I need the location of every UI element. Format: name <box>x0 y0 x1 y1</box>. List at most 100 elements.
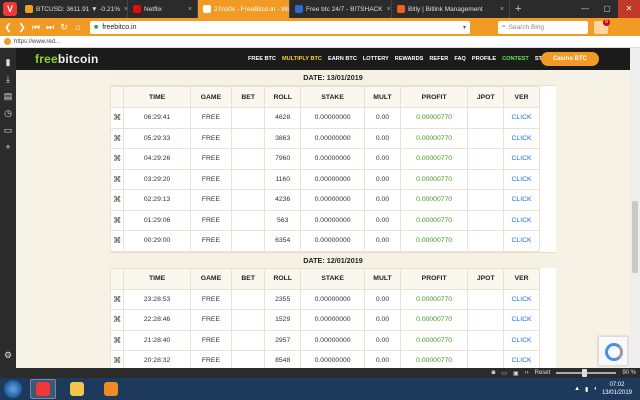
nav-item[interactable]: REWARDS <box>395 56 424 62</box>
maximize-icon[interactable]: ▢ <box>596 0 618 18</box>
chevron-down-icon[interactable]: ▾ <box>463 24 466 31</box>
dice-icon: ⌘ <box>110 309 125 331</box>
cell-profit: 0.00000770 <box>399 329 469 351</box>
browser-tab[interactable]: 27ns0x - FreeBitco.in - Win× <box>198 0 290 18</box>
window-icon[interactable]: ▭ <box>4 122 13 139</box>
taskbar-explorer[interactable] <box>64 379 90 399</box>
back-icon[interactable]: ❮ <box>2 18 14 36</box>
nav-item[interactable]: MULTIPLY BTC <box>282 56 322 62</box>
table-header-row: TIME GAME BET ROLL STAKE MULT PROFIT JPOT VER <box>110 267 540 290</box>
cell-roll: 8548 <box>264 350 302 368</box>
recaptcha-badge[interactable] <box>598 336 628 366</box>
search-input[interactable]: ⌕ Search Bing <box>498 20 588 34</box>
browser-tab[interactable]: Free btc 24/7 - BITSHACK × <box>290 0 392 18</box>
tray-arrow-icon[interactable]: ▲ <box>574 386 580 392</box>
cell-profit: 0.00000770 <box>399 168 469 190</box>
nav-item[interactable]: FREE BTC <box>248 56 276 62</box>
nav-item[interactable]: FAQ <box>454 56 466 62</box>
zoom-slider[interactable] <box>556 369 617 377</box>
history-icon[interactable]: ◷ <box>4 105 12 122</box>
bookmark-link[interactable]: https://www.red... <box>14 39 60 45</box>
casino-btc-button[interactable]: Casino BTC <box>541 52 599 66</box>
new-tab-button[interactable]: + <box>510 0 526 18</box>
date-header: DATE: 13/01/2019 <box>110 70 556 86</box>
status-bar: ◙ ▭ ▣ ‹› Reset 90 % <box>0 368 640 378</box>
forward-icon[interactable]: ❯ <box>16 18 28 36</box>
close-tab-icon[interactable]: × <box>496 6 504 13</box>
lock-icon: ■ <box>94 23 99 31</box>
panel-toggle-icon[interactable]: ▭ <box>501 370 507 377</box>
close-window-icon[interactable]: ✕ <box>618 0 640 18</box>
close-tab-icon[interactable]: × <box>184 6 192 13</box>
verify-link[interactable]: CLICK <box>503 309 540 331</box>
volume-icon[interactable]: ◖ <box>593 386 597 392</box>
notes-icon[interactable]: ▤ <box>4 88 13 105</box>
gear-icon[interactable]: ⚙ <box>4 347 12 364</box>
camera-icon[interactable]: ◙ <box>492 370 496 376</box>
rewind-icon[interactable]: ⏮ <box>30 18 42 36</box>
verify-link[interactable]: CLICK <box>503 230 540 252</box>
taskbar-media[interactable] <box>98 379 124 399</box>
url-text: freebitco.in <box>102 23 137 31</box>
extension-icon[interactable]: 8 <box>594 18 610 34</box>
freebitcoin-logo[interactable]: freebitcoin <box>35 52 99 66</box>
minimize-icon[interactable]: — <box>574 0 596 18</box>
cell-time: 03:29:20 <box>123 168 191 190</box>
clock[interactable]: 07:02 13/01/2019 <box>602 381 632 397</box>
cell-roll: 4236 <box>264 189 302 211</box>
tab-label: Bitly | Bitlink Management <box>408 5 483 13</box>
column-header: TIME <box>123 86 191 108</box>
downloads-icon[interactable]: ⤓ <box>6 71 10 88</box>
close-tab-icon[interactable]: × <box>383 6 391 13</box>
add-panel-icon[interactable]: + <box>5 139 10 156</box>
verify-link[interactable]: CLICK <box>503 350 540 368</box>
nav-item[interactable]: EARN BTC <box>328 56 357 62</box>
verify-link[interactable]: CLICK <box>503 288 540 310</box>
home-icon[interactable]: ⌂ <box>72 18 84 36</box>
scrollbar-thumb[interactable] <box>632 201 638 273</box>
page-scrollbar[interactable] <box>630 48 640 368</box>
verify-link[interactable]: CLICK <box>503 168 540 190</box>
zoom-reset-button[interactable]: Reset <box>535 370 551 376</box>
nav-item[interactable]: REFER <box>429 56 448 62</box>
dice-icon: ⌘ <box>110 288 125 310</box>
recaptcha-icon <box>605 343 623 361</box>
browser-tab[interactable]: BTCUSD: 3611.91 ▼ -0.21% × <box>20 0 128 18</box>
verify-link[interactable]: CLICK <box>503 209 540 231</box>
cell-stake: 0.00000000 <box>300 209 366 231</box>
bookmarks-icon[interactable]: ▮ <box>6 54 11 71</box>
nav-item[interactable]: LOTTERY <box>363 56 389 62</box>
fast-forward-icon[interactable]: ⏭ <box>44 18 56 36</box>
cell-game: FREE <box>189 168 233 190</box>
dice-icon: ⌘ <box>110 148 125 170</box>
dice-icon: ⌘ <box>110 350 125 368</box>
cell-profit: 0.00000770 <box>399 189 469 211</box>
verify-link[interactable]: CLICK <box>503 148 540 170</box>
nav-item[interactable]: PROFILE <box>472 56 496 62</box>
image-icon[interactable]: ▣ <box>513 370 519 377</box>
browser-tab[interactable]: Bitly | Bitlink Management × <box>392 0 510 18</box>
reload-icon[interactable]: ↻ <box>58 18 70 36</box>
dice-icon: ⌘ <box>110 329 125 351</box>
nav-item[interactable]: CONTEST <box>502 56 529 62</box>
network-icon[interactable]: ▮ <box>585 386 588 393</box>
verify-link[interactable]: CLICK <box>503 329 540 351</box>
cell-roll: 1160 <box>264 168 302 190</box>
verify-link[interactable]: CLICK <box>503 107 540 129</box>
column-header: GAME <box>189 86 233 108</box>
start-button[interactable] <box>4 380 22 398</box>
table-row: ⌘ 00:29:00 FREE 6354 0.00000000 0.00 0.0000077… <box>110 230 540 252</box>
cell-time: 23:28:53 <box>123 288 191 310</box>
verify-link[interactable]: CLICK <box>503 189 540 211</box>
cell-stake: 0.00000000 <box>300 107 366 129</box>
column-header: STAKE <box>300 86 366 108</box>
url-field[interactable]: ■ freebitco.in ▾ <box>90 20 470 34</box>
cell-time: 06:29:41 <box>123 107 191 129</box>
code-icon[interactable]: ‹› <box>525 370 529 376</box>
dice-icon: ⌘ <box>110 168 125 190</box>
browser-tab[interactable]: Netflix × <box>128 0 198 18</box>
verify-link[interactable]: CLICK <box>503 127 540 149</box>
close-tab-icon[interactable]: × <box>120 6 127 13</box>
taskbar-vivaldi[interactable] <box>30 379 56 399</box>
vivaldi-menu-icon[interactable]: V <box>3 2 17 16</box>
